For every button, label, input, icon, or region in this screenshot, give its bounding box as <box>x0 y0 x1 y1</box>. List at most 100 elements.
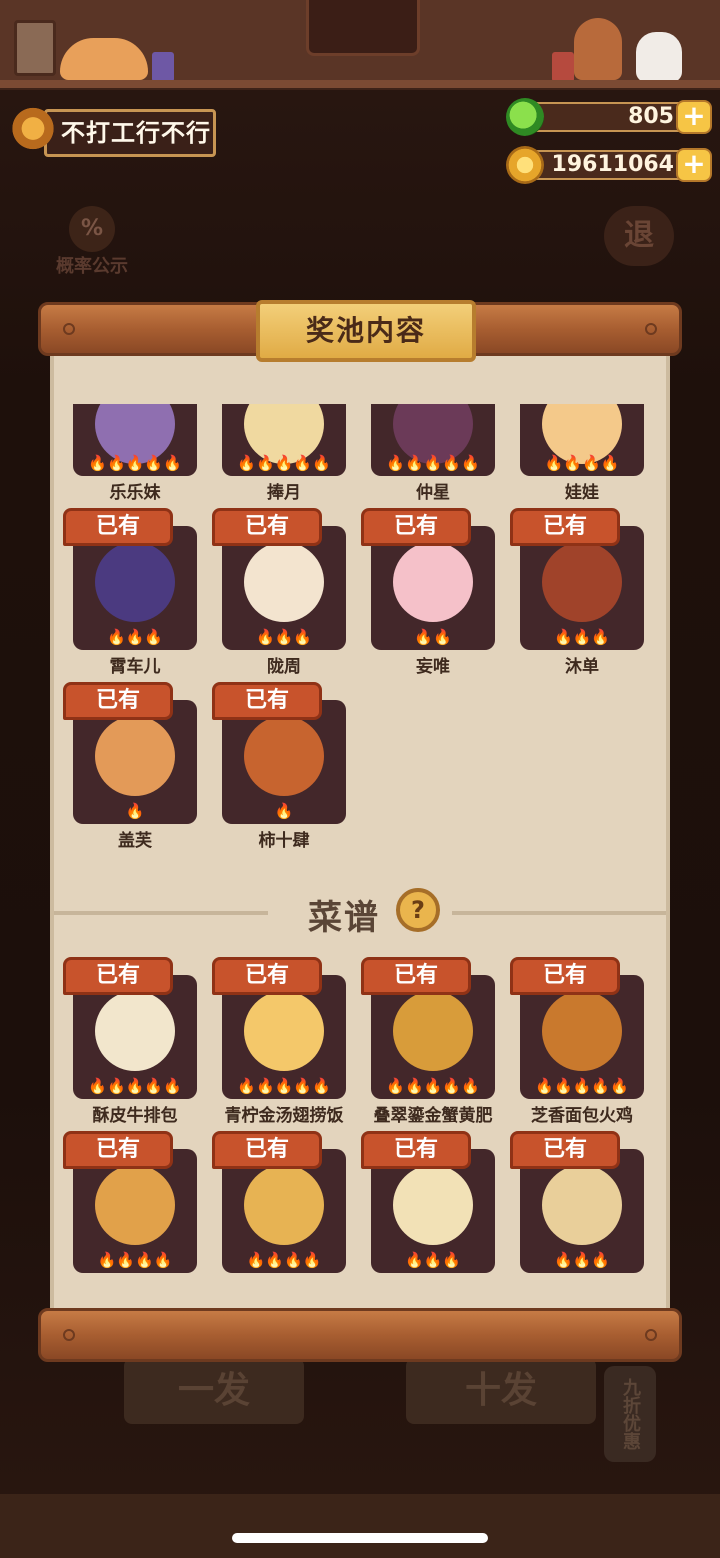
recipes-section-header: 菜谱 ? <box>54 884 666 940</box>
probability-button[interactable]: % 概率公示 <box>44 206 140 277</box>
rarity-flames: 🔥🔥🔥🔥🔥 <box>386 1077 480 1095</box>
recipe-portrait <box>393 1165 473 1245</box>
character-portrait <box>244 542 324 622</box>
owned-badge: 已有 <box>63 1131 173 1169</box>
character-card[interactable]: 🔥 已有 盖芙 <box>63 682 197 851</box>
character-portrait <box>95 716 175 796</box>
owned-badge: 已有 <box>212 1131 322 1169</box>
panel-title: 奖池内容 <box>256 300 476 362</box>
rarity-flames: 🔥 <box>274 802 294 820</box>
character-tile: 🔥🔥🔥🔥🔥 <box>73 404 197 476</box>
character-card[interactable]: 🔥 已有 柿十肆 <box>212 682 346 851</box>
recipe-card[interactable]: 🔥🔥🔥🔥🔥 已有 青柠金汤翅捞饭 <box>212 957 346 1126</box>
rarity-flames: 🔥🔥🔥🔥🔥 <box>237 454 331 472</box>
owned-badge: 已有 <box>361 1131 471 1169</box>
recipe-portrait <box>95 991 175 1071</box>
paw-frame-decoration <box>14 20 56 76</box>
divider-line <box>452 911 666 915</box>
rarity-flames: 🔥🔥🔥🔥 <box>544 454 620 472</box>
cup-decoration <box>552 52 574 82</box>
character-tile: 🔥🔥🔥🔥🔥 <box>371 404 495 476</box>
character-card[interactable]: 🔥🔥🔥 已有霄车儿 <box>63 508 197 677</box>
green-gem-icon <box>506 98 544 136</box>
recipe-card[interactable]: 🔥🔥🔥🔥🔥 已有芝香面包火鸡 <box>510 957 644 1126</box>
owned-badge: 已有 <box>63 508 173 546</box>
recipe-portrait <box>95 1165 175 1245</box>
rod-nail <box>63 1329 75 1341</box>
owned-badge: 已有 <box>212 682 322 720</box>
recipe-card[interactable]: 🔥🔥🔥 已有 <box>361 1131 495 1273</box>
owned-badge: 已有 <box>212 957 322 995</box>
owned-badge: 已有 <box>510 1131 620 1169</box>
rarity-flames: 🔥🔥🔥🔥🔥 <box>88 454 182 472</box>
add-gems-button[interactable]: + <box>676 100 712 134</box>
owned-badge: 已有 <box>510 508 620 546</box>
recipe-card[interactable]: 🔥🔥🔥🔥🔥 已有 酥皮牛排包 <box>63 957 197 1126</box>
character-name: 娃娃 <box>565 483 599 503</box>
rarity-flames: 🔥🔥🔥🔥🔥 <box>535 1077 629 1095</box>
gem-amount: 805 <box>526 102 686 132</box>
recipe-card[interactable]: 🔥🔥🔥🔥🔥 已有 叠翠鎏金蟹黄肥 <box>361 957 495 1126</box>
recipe-card[interactable]: 🔥🔥🔥🔥 已有 <box>63 1131 197 1273</box>
gem-counter: 805 + <box>506 98 712 136</box>
shelf-edge <box>0 80 720 88</box>
rarity-flames: 🔥🔥🔥 <box>255 628 313 646</box>
owned-badge: 已有 <box>212 508 322 546</box>
gold-coin-icon <box>506 146 544 184</box>
rarity-flames: 🔥🔥🔥🔥🔥 <box>386 454 480 472</box>
character-card[interactable]: 🔥🔥🔥 已有陇周 <box>212 508 346 677</box>
home-indicator[interactable] <box>232 1533 488 1543</box>
cat-decoration <box>60 38 148 80</box>
character-portrait <box>95 542 175 622</box>
character-card[interactable]: 🔥🔥🔥🔥🔥 乐乐妹 <box>73 404 197 503</box>
rarity-flames: 🔥🔥🔥🔥 <box>246 1251 322 1269</box>
bottom-bar <box>0 1494 720 1558</box>
coin-counter: 19611064 + <box>506 146 712 184</box>
character-name: 霄车儿 <box>109 657 161 677</box>
character-portrait <box>244 716 324 796</box>
rarity-flames: 🔥🔥🔥 <box>553 1251 611 1269</box>
rarity-flames: 🔥🔥🔥 <box>553 628 611 646</box>
owned-badge: 已有 <box>361 957 471 995</box>
character-name: 捧月 <box>267 483 301 503</box>
character-decoration <box>574 18 622 80</box>
scroll-rod-bottom <box>38 1308 682 1362</box>
owned-badge: 已有 <box>510 957 620 995</box>
recipe-name: 青柠金汤翅捞饭 <box>224 1106 344 1126</box>
character-card[interactable]: 🔥🔥🔥 已有沐单 <box>510 508 644 677</box>
recipe-portrait <box>542 1165 622 1245</box>
character-card[interactable]: 🔥🔥🔥🔥🔥 捧月 <box>222 404 346 503</box>
exit-button[interactable]: 退 <box>604 206 674 266</box>
recipe-name: 酥皮牛排包 <box>92 1106 178 1126</box>
rarity-flames: 🔥 <box>125 802 145 820</box>
rarity-flames: 🔥🔥🔥🔥 <box>97 1251 173 1269</box>
ten-draw-button[interactable]: 十发 <box>406 1358 596 1424</box>
recipe-card[interactable]: 🔥🔥🔥 已有 <box>510 1131 644 1273</box>
player-badge[interactable]: 不打工行不行 <box>8 106 216 157</box>
character-name: 陇周 <box>267 657 301 677</box>
rarity-flames: 🔥🔥🔥🔥🔥 <box>88 1077 182 1095</box>
recipe-card[interactable]: 🔥🔥🔥🔥 已有 <box>212 1131 346 1273</box>
character-card[interactable]: 🔥🔥🔥🔥 娃娃 <box>520 404 644 503</box>
add-coins-button[interactable]: + <box>676 148 712 182</box>
help-icon[interactable]: ? <box>396 888 440 932</box>
rod-nail <box>645 323 657 335</box>
character-card[interactable]: 🔥🔥🔥🔥🔥 仲星 <box>371 404 495 503</box>
coin-amount: 19611064 <box>526 150 686 180</box>
character-portrait <box>393 542 473 622</box>
probability-label: 概率公示 <box>56 256 128 277</box>
character-name: 沐单 <box>565 657 599 677</box>
rarity-flames: 🔥🔥🔥 <box>404 1251 462 1269</box>
recipe-name: 芝香面包火鸡 <box>531 1106 633 1126</box>
character-card[interactable]: 🔥🔥 已有 妄唯 <box>361 508 495 677</box>
character-tile: 🔥🔥🔥🔥🔥 <box>222 404 346 476</box>
character-portrait <box>542 542 622 622</box>
recipe-portrait <box>393 991 473 1071</box>
recipes-title: 菜谱 <box>308 898 380 938</box>
rarity-flames: 🔥🔥🔥 <box>106 628 164 646</box>
character-name: 盖芙 <box>118 831 152 851</box>
rod-nail <box>645 1329 657 1341</box>
single-draw-button[interactable]: 一发 <box>124 1358 304 1424</box>
recipe-portrait <box>244 1165 324 1245</box>
recipe-portrait <box>542 991 622 1071</box>
